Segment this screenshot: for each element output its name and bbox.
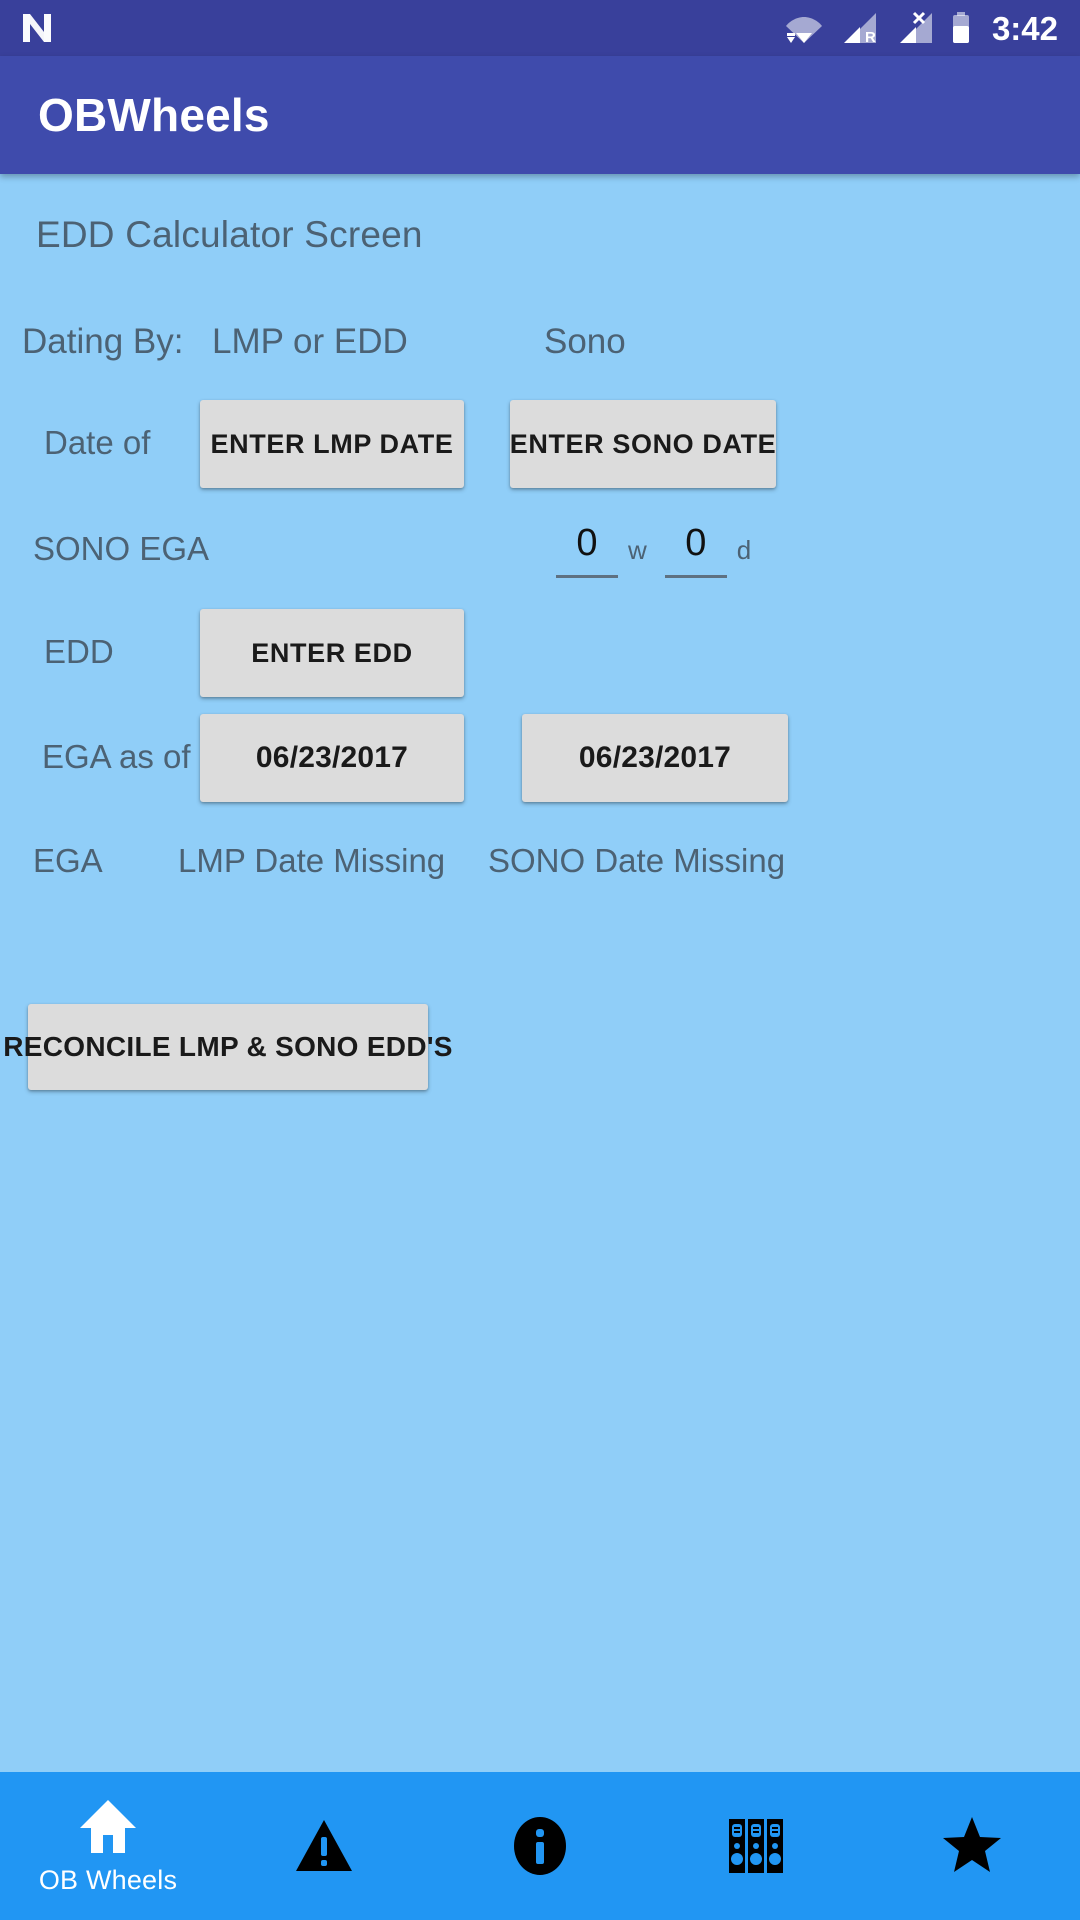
info-circle-icon — [511, 1815, 569, 1877]
signal-roaming-icon: R — [838, 11, 880, 45]
date-of-label: Date of — [44, 424, 151, 461]
sono-ega-weeks-field: w — [556, 522, 647, 578]
ega-as-of-label: EGA as of — [42, 738, 191, 775]
sono-ega-weeks-input[interactable] — [556, 522, 618, 578]
enter-sono-date-button[interactable]: ENTER SONO DATE — [510, 400, 776, 488]
star-icon — [940, 1815, 1004, 1877]
ega-label: EGA — [33, 842, 103, 879]
wifi-icon — [784, 11, 824, 45]
status-bar-clock: 3:42 — [991, 9, 1058, 47]
status-bar-left — [20, 11, 54, 45]
sono-status-message: SONO Date Missing — [488, 842, 786, 879]
sono-ega-label: SONO EGA — [33, 530, 210, 567]
reconcile-lmp-sono-edds-button[interactable]: RECONCILE LMP & SONO EDD'S — [3, 1004, 452, 1090]
nav-item-library[interactable] — [648, 1772, 864, 1920]
content-area: EDD Calculator Screen Dating By: LMP or … — [0, 174, 1080, 1920]
sono-ega-days-unit: d — [736, 535, 752, 565]
lmp-status-message: LMP Date Missing — [178, 842, 446, 879]
enter-edd-button[interactable]: ENTER EDD — [200, 609, 464, 697]
app-title: OBWheels — [38, 89, 270, 141]
sono-ega-weeks-unit: w — [628, 535, 647, 565]
nav-item-ob-wheels[interactable]: OB Wheels — [0, 1772, 216, 1920]
page-title: EDD Calculator Screen — [36, 214, 423, 255]
signal-no-sim-icon — [894, 11, 936, 45]
dating-by-label: Dating By: — [22, 322, 184, 361]
nav-item-label-ob-wheels: OB Wheels — [38, 1864, 178, 1895]
home-icon — [77, 1797, 139, 1857]
status-bar-right: R 3:42 — [784, 11, 1058, 45]
app-bar: OBWheels — [0, 56, 1080, 174]
sono-ega-days-field: d — [664, 522, 752, 578]
nav-item-info[interactable] — [432, 1772, 648, 1920]
binders-library-icon — [725, 1815, 787, 1877]
column-header-lmp-or-edd: LMP or EDD — [212, 322, 408, 361]
svg-text:R: R — [865, 29, 876, 45]
status-bar: R 3:42 — [0, 0, 1080, 56]
sono-ega-days-input[interactable] — [664, 522, 727, 578]
sono-ega-inputs: w d — [556, 522, 751, 578]
nav-item-warning[interactable] — [216, 1772, 432, 1920]
edd-label: EDD — [44, 633, 114, 670]
battery-icon — [950, 11, 972, 45]
nav-item-favorites[interactable] — [864, 1772, 1080, 1920]
ega-as-of-lmp-date-button[interactable]: 06/23/2017 — [200, 714, 464, 802]
app-screen: R 3:42 OBWheels EDD Calculator Screen Da… — [0, 0, 1080, 1920]
ega-as-of-sono-date-button[interactable]: 06/23/2017 — [522, 714, 788, 802]
bottom-navigation-bar: OB Wheels — [0, 1772, 1080, 1920]
android-n-logo-icon — [20, 11, 54, 45]
warning-triangle-icon — [293, 1817, 355, 1875]
column-header-sono: Sono — [544, 322, 626, 361]
enter-lmp-date-button[interactable]: ENTER LMP DATE — [200, 400, 464, 488]
